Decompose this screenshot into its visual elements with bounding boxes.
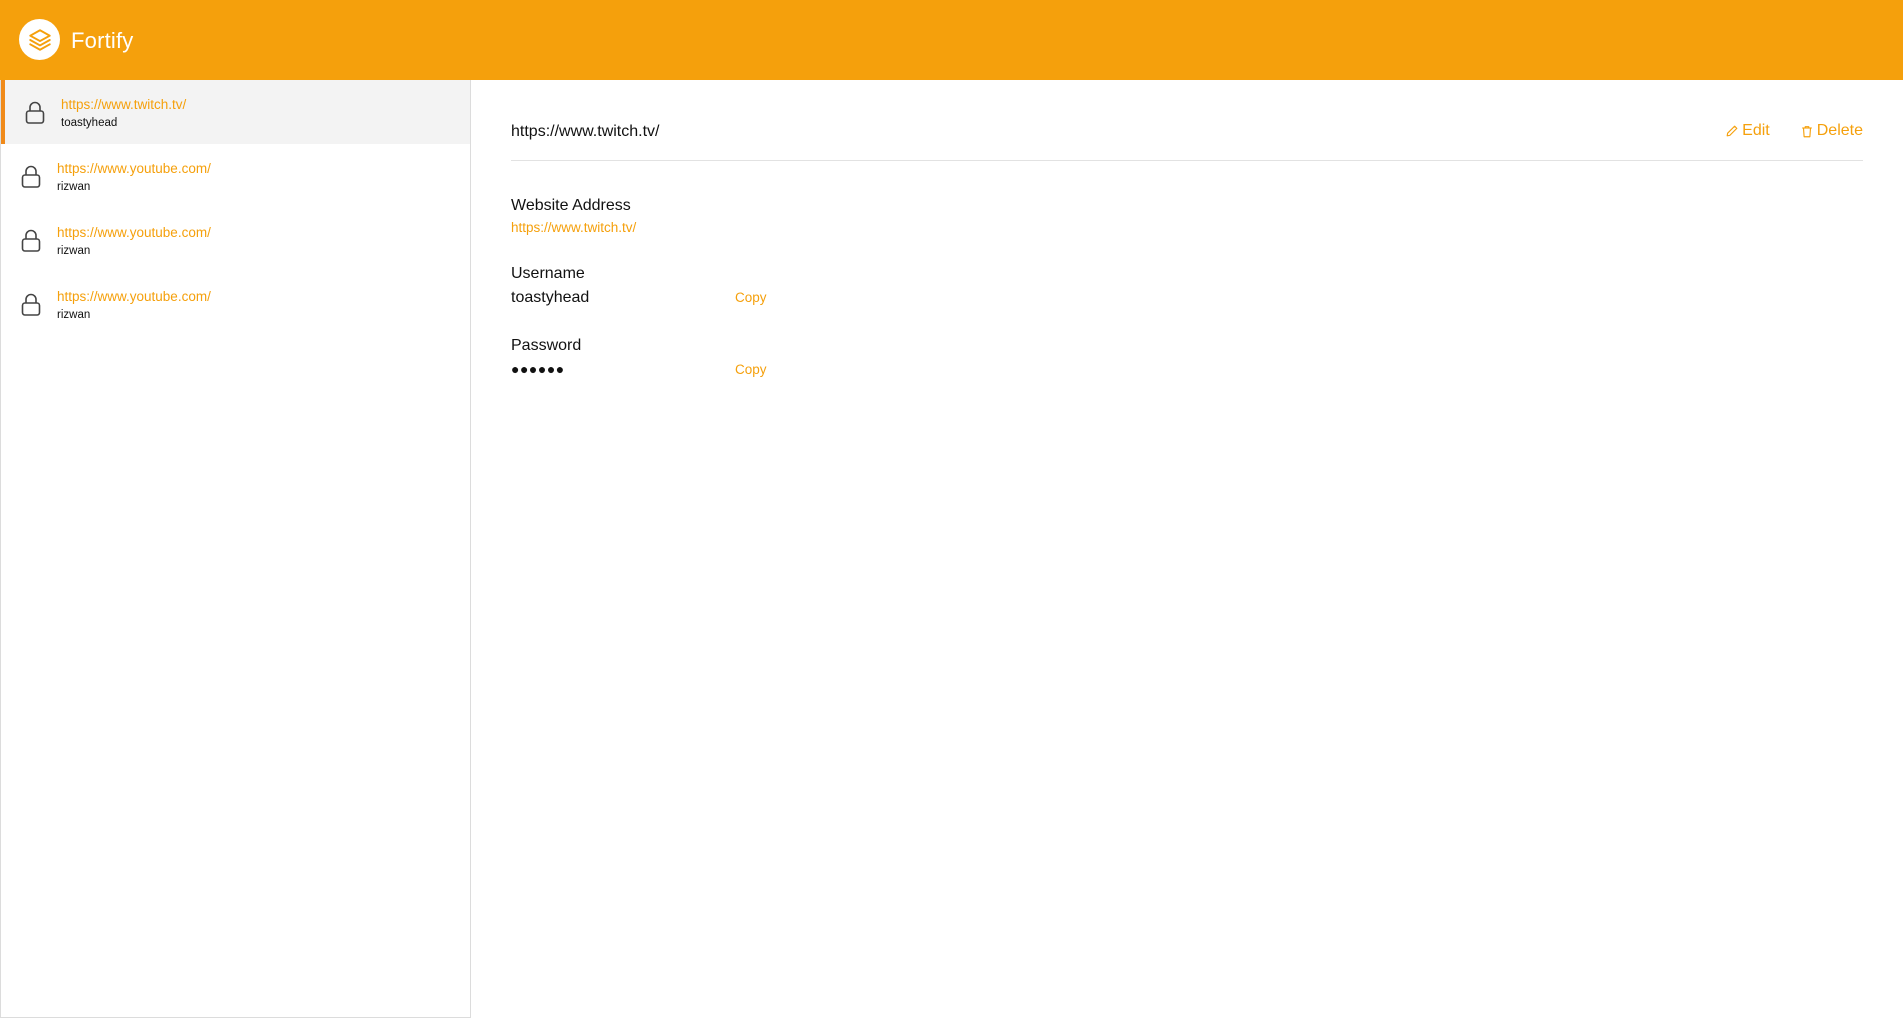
lock-icon [21,293,41,316]
entry-url: https://www.youtube.com/ [57,161,211,176]
layers-icon [28,28,51,51]
app-window: Fortify https://www.twitch.tv/ toastyhea… [0,0,1903,1018]
app-header: Fortify [0,0,1903,80]
list-item[interactable]: https://www.twitch.tv/ toastyhead [1,80,470,144]
trash-icon [1801,125,1812,137]
entry-username: rizwan [57,245,91,257]
entry-username: toastyhead [61,117,118,129]
website-label: Website Address [511,197,631,214]
list-item[interactable]: https://www.youtube.com/ rizwan [1,144,470,208]
app-title: Fortify [71,28,134,53]
detail-title: https://www.twitch.tv/ [511,123,660,140]
website-link[interactable]: https://www.twitch.tv/ [511,220,636,235]
password-value: ●●●●●● [511,361,565,377]
copy-username-button[interactable]: Copy [735,290,767,305]
delete-label: Delete [1816,122,1863,139]
username-value: toastyhead [511,289,590,306]
entry-url: https://www.twitch.tv/ [61,97,187,112]
edit-button[interactable]: Edit [1725,122,1770,140]
username-label: Username [511,265,585,282]
copy-password-button[interactable]: Copy [735,362,767,377]
entry-url: https://www.youtube.com/ [57,289,211,304]
lock-icon [21,165,41,188]
entry-username: rizwan [57,181,91,193]
detail-actions: Edit Delete [1725,122,1863,140]
edit-label: Edit [1742,122,1770,139]
list-item[interactable]: https://www.youtube.com/ rizwan [1,272,470,336]
entry-detail: https://www.twitch.tv/ Edit Delete Websi… [472,80,1903,1018]
delete-button[interactable]: Delete [1800,122,1863,140]
divider [511,160,1863,161]
lock-icon [25,101,45,124]
list-item[interactable]: https://www.youtube.com/ rizwan [1,208,470,272]
entry-url: https://www.youtube.com/ [57,225,211,240]
password-label: Password [511,337,582,354]
lock-icon [21,229,41,252]
entry-list: https://www.twitch.tv/ toastyhead https:… [0,80,471,1018]
entry-username: rizwan [57,309,91,321]
pencil-icon [1726,125,1738,137]
logo [19,19,60,60]
